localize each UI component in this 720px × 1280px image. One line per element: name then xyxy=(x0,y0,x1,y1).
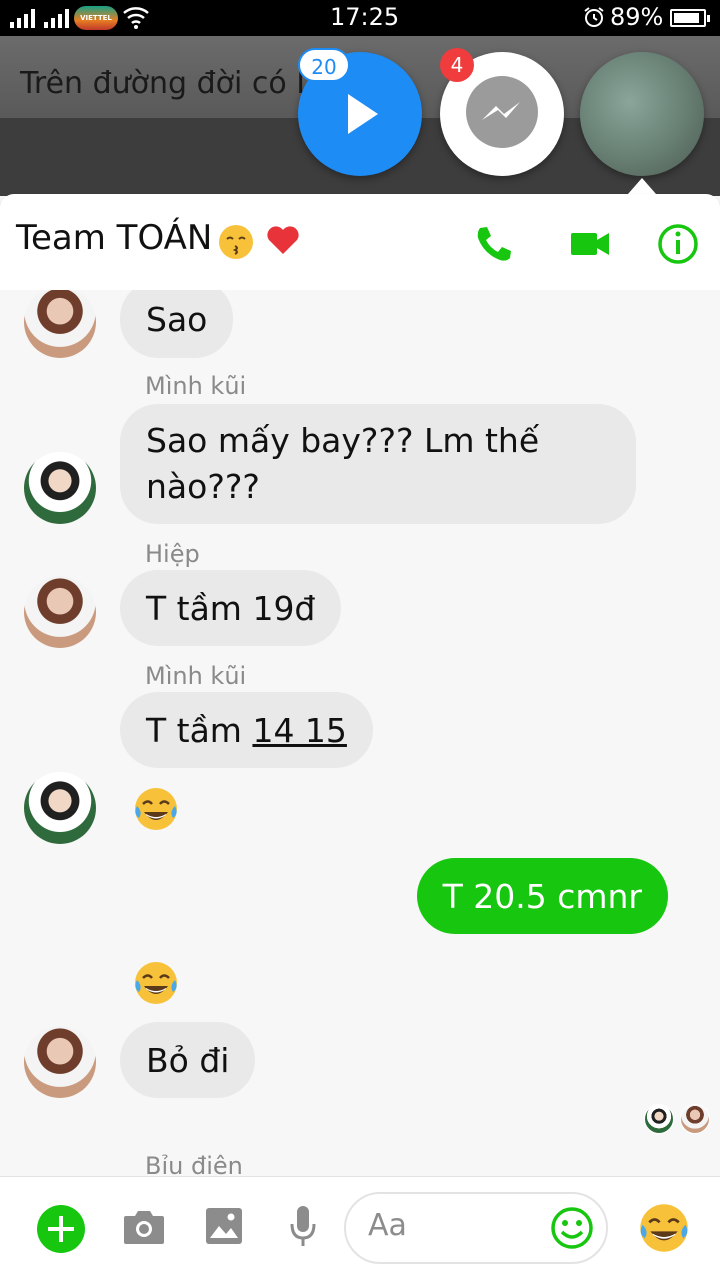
laughing-emoji-icon xyxy=(135,962,177,1004)
conversation-title[interactable]: Team TOÁN xyxy=(16,218,212,258)
signal-icon xyxy=(10,8,35,28)
group-chat-head[interactable] xyxy=(580,52,704,176)
carrier-logo: VIETTEL xyxy=(74,6,118,30)
phone-icon[interactable] xyxy=(472,222,516,266)
sender-name: Hiệp xyxy=(145,540,200,568)
kissing-emoji-icon xyxy=(219,225,253,259)
red-heart-icon xyxy=(267,226,299,254)
microphone-icon[interactable] xyxy=(288,1204,318,1250)
video-camera-icon[interactable] xyxy=(568,222,612,266)
battery-percent: 89% xyxy=(610,3,664,31)
sender-name: Mình kũi xyxy=(145,372,247,400)
camera-icon[interactable] xyxy=(122,1208,166,1246)
message-text: Sao xyxy=(146,299,208,339)
seen-avatar xyxy=(680,1104,710,1134)
message-link[interactable]: 14 15 xyxy=(252,711,346,750)
plus-icon[interactable] xyxy=(36,1204,86,1254)
gallery-icon[interactable] xyxy=(204,1206,244,1246)
message-text: Bỏ đi xyxy=(146,1040,230,1080)
chat-header: Team TOÁN xyxy=(0,194,720,290)
wifi-icon xyxy=(123,7,149,29)
alarm-icon xyxy=(584,7,604,27)
message-list[interactable]: Sao Mình kũi Sao mấy bay??? Lm thế nào??… xyxy=(0,290,720,1176)
message-text: T 20.5 cmnr xyxy=(442,876,642,916)
info-icon[interactable] xyxy=(656,222,700,266)
sender-avatar[interactable] xyxy=(24,290,96,358)
message-text: T tầm xyxy=(146,710,253,750)
sender-avatar[interactable] xyxy=(24,576,96,648)
message-bubble[interactable]: Sao mấy bay??? Lm thế nào??? xyxy=(120,404,636,524)
active-head-pointer xyxy=(628,178,656,194)
laughing-emoji-icon xyxy=(135,788,177,830)
message-bubble[interactable]: Sao xyxy=(120,290,234,358)
clock: 17:25 xyxy=(330,3,400,31)
message-bubble-mine[interactable]: T 20.5 cmnr xyxy=(416,858,668,934)
message-input-placeholder: Aa xyxy=(368,1208,407,1243)
laughing-emoji-send-icon[interactable] xyxy=(638,1202,690,1254)
seen-avatar xyxy=(644,1104,674,1134)
message-bubble[interactable]: Bỏ đi xyxy=(120,1022,256,1098)
message-bubble[interactable]: T tầm 19đ xyxy=(120,570,342,646)
message-bubble[interactable]: T tầm 14 15 xyxy=(120,692,373,768)
battery-icon xyxy=(670,9,710,27)
unread-badge-video: 20 xyxy=(298,48,350,82)
status-bar: VIETTEL 17:25 89% xyxy=(0,0,720,36)
sender-avatar[interactable] xyxy=(24,1026,96,1098)
unread-badge-messenger: 4 xyxy=(440,48,474,82)
sender-avatar[interactable] xyxy=(24,452,96,524)
message-text: T tầm 19đ xyxy=(146,588,316,628)
message-text: Sao mấy bay??? Lm thế nào??? xyxy=(146,421,540,506)
sender-avatar[interactable] xyxy=(24,772,96,844)
signal-icon-2 xyxy=(44,8,69,28)
sender-name: Bỉu điên xyxy=(145,1152,243,1176)
smiley-icon[interactable] xyxy=(550,1206,594,1250)
sender-name: Mình kũi xyxy=(145,662,247,690)
